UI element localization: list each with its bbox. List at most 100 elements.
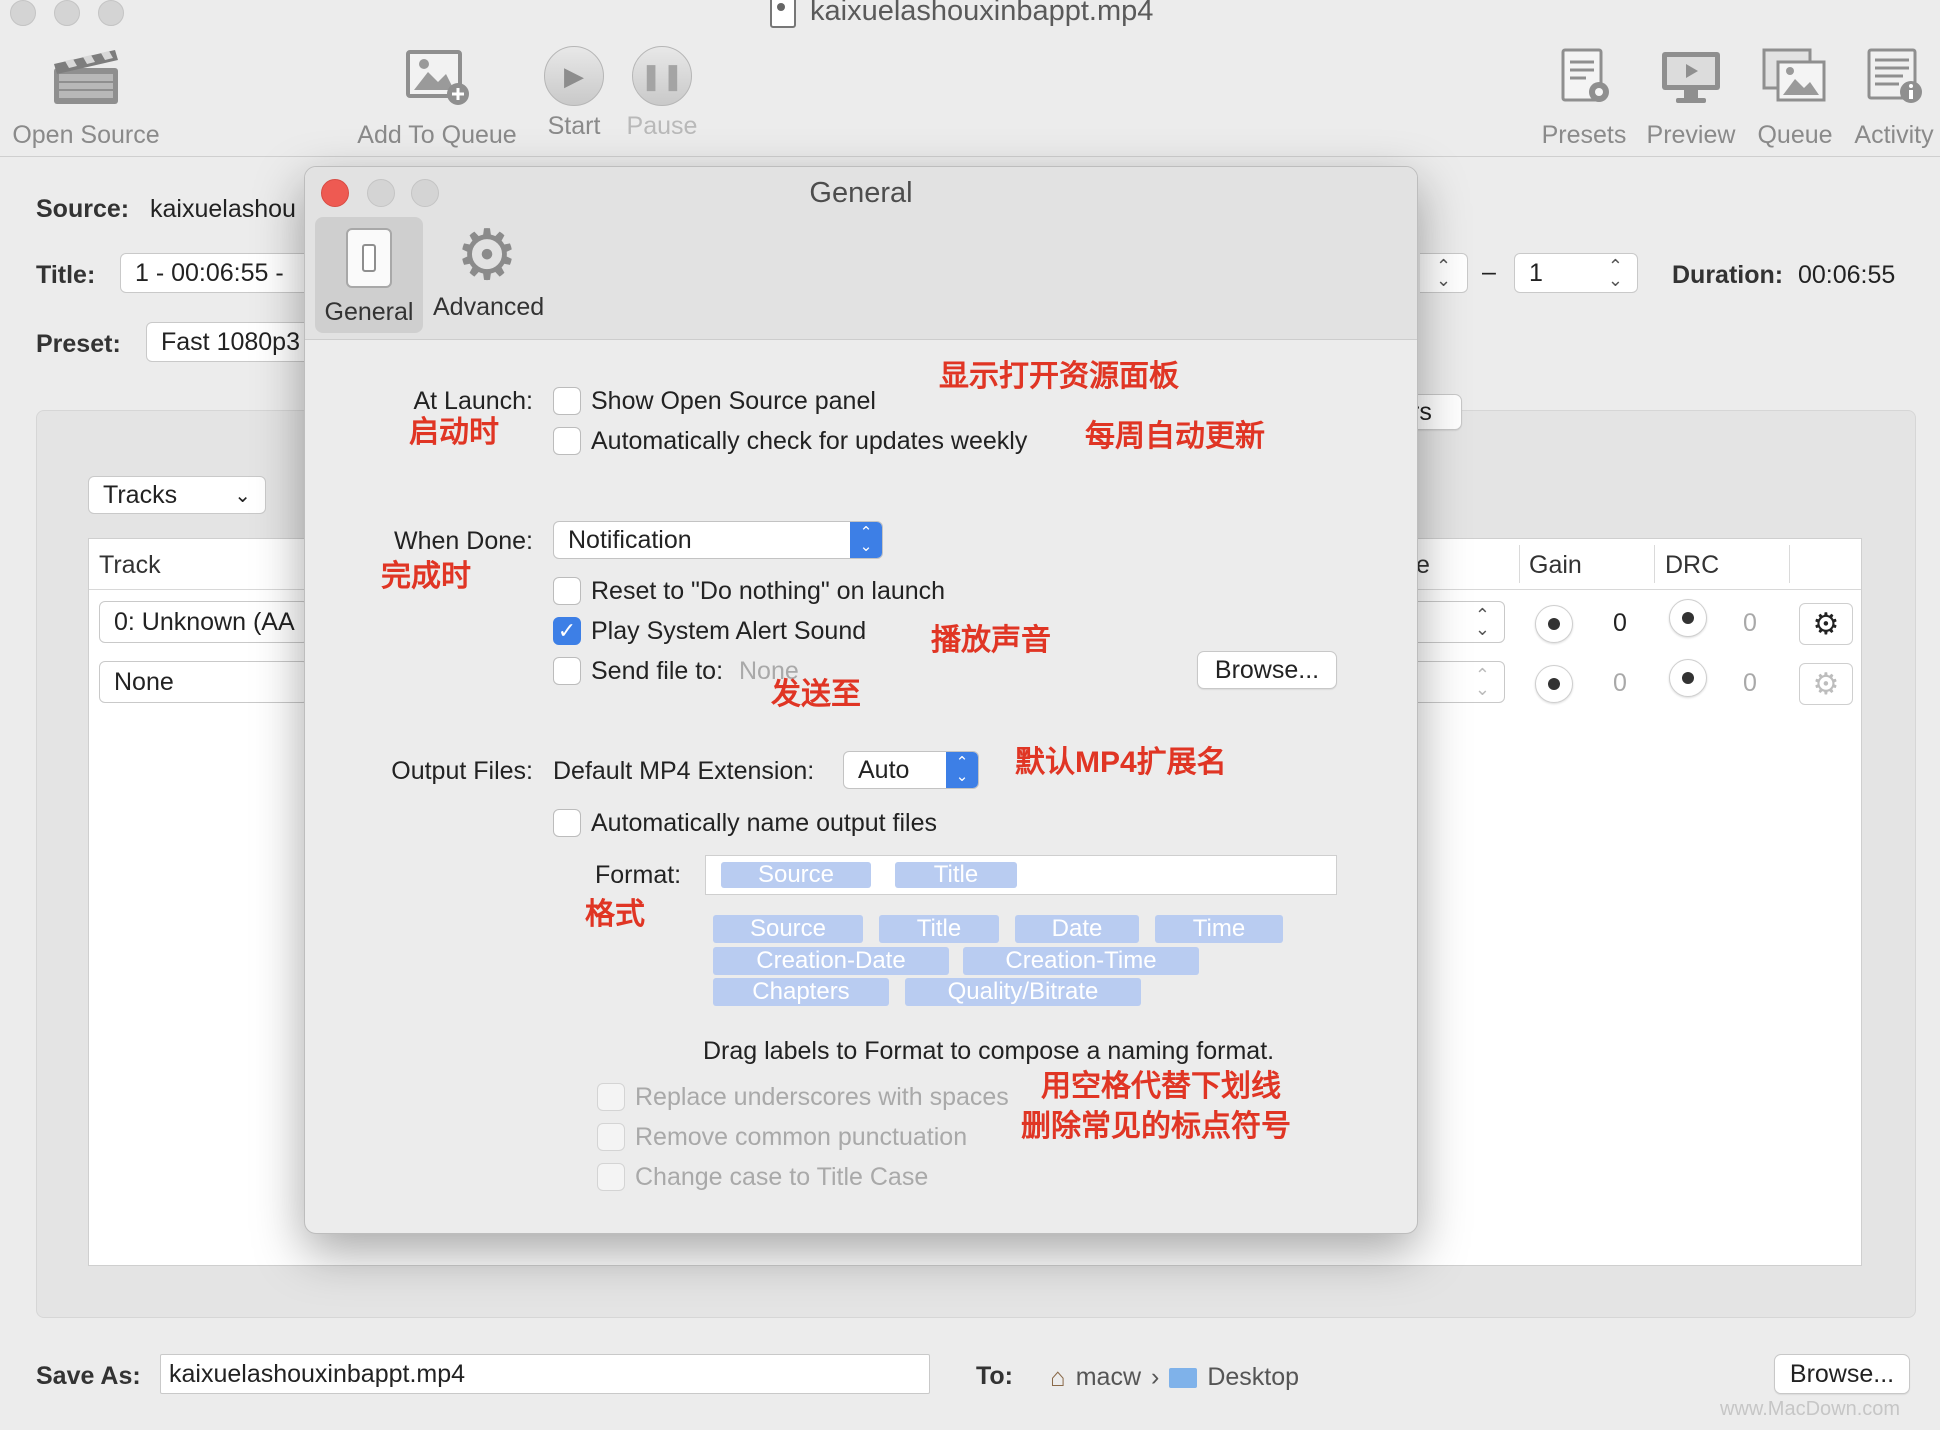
gear-icon: ⚙ bbox=[455, 216, 519, 294]
close-window-button[interactable] bbox=[10, 0, 36, 26]
token-chapters[interactable]: Chapters bbox=[713, 978, 889, 1006]
clapperboard-icon bbox=[54, 50, 118, 104]
send-file-browse-button[interactable]: Browse... bbox=[1197, 651, 1337, 689]
checkmark-icon: ✓ bbox=[557, 618, 577, 643]
column-header-gain: Gain bbox=[1529, 551, 1582, 579]
preset-popup[interactable]: Fast 1080p3 bbox=[146, 322, 316, 362]
title-popup[interactable]: 1 - 00:06:55 - bbox=[120, 253, 320, 293]
send-file-label: Send file to: bbox=[591, 657, 724, 685]
dialog-title: General bbox=[809, 177, 913, 209]
format-token-title[interactable]: Title bbox=[895, 861, 1017, 888]
activity-button[interactable]: Activity bbox=[1848, 46, 1940, 150]
preview-button[interactable]: Preview bbox=[1642, 46, 1740, 150]
column-header-drc: DRC bbox=[1665, 551, 1720, 579]
pause-button[interactable]: ❚❚ Pause bbox=[624, 46, 700, 141]
token-quality-bitrate[interactable]: Quality/Bitrate bbox=[905, 978, 1141, 1006]
stepper-arrows-icon: ⌃ ⌄ bbox=[1474, 605, 1490, 639]
token-creation-date[interactable]: Creation-Date bbox=[713, 947, 949, 975]
replace-underscores-checkbox[interactable] bbox=[597, 1083, 625, 1111]
token-date[interactable]: Date bbox=[1015, 915, 1139, 943]
remove-punctuation-label: Remove common punctuation bbox=[635, 1123, 968, 1151]
show-open-source-checkbox[interactable] bbox=[553, 387, 581, 415]
format-token-source[interactable]: Source bbox=[721, 861, 871, 888]
destination-browse-button[interactable]: Browse... bbox=[1774, 1354, 1910, 1394]
annotation-default-extension: 默认MP4扩展名 bbox=[1015, 746, 1227, 779]
rate-popup-row-1[interactable]: ⌃ ⌄ bbox=[1409, 601, 1505, 643]
gain-knob-row-1[interactable] bbox=[1535, 605, 1573, 643]
token-title[interactable]: Title bbox=[879, 915, 999, 943]
reset-do-nothing-label: Reset to "Do nothing" on launch bbox=[591, 577, 946, 605]
annotation-at-launch: 启动时 bbox=[409, 416, 499, 449]
token-time[interactable]: Time bbox=[1155, 915, 1283, 943]
add-image-icon bbox=[406, 50, 469, 105]
document-icon bbox=[770, 0, 796, 28]
start-button[interactable]: ▶ Start bbox=[536, 46, 612, 141]
tab-advanced[interactable]: ⚙ Advanced bbox=[433, 216, 544, 333]
drc-knob-row-1[interactable] bbox=[1669, 599, 1707, 637]
gain-value-row-2: 0 bbox=[1613, 669, 1627, 697]
preset-label: Preset: bbox=[36, 330, 121, 358]
save-as-label: Save As: bbox=[36, 1362, 141, 1390]
chapter-start-stepper[interactable]: ⌃ ⌄ bbox=[1420, 253, 1468, 293]
tracks-popup[interactable]: Tracks ⌄ bbox=[88, 476, 266, 514]
annotation-show-panel: 显示打开资源面板 bbox=[939, 360, 1179, 393]
track-settings-button-row-2[interactable]: ⚙ bbox=[1799, 663, 1853, 705]
auto-name-checkbox[interactable] bbox=[553, 809, 581, 837]
minimize-window-button[interactable] bbox=[54, 0, 80, 26]
annotation-replace-underscores: 用空格代替下划线 bbox=[1041, 1070, 1281, 1103]
change-case-checkbox[interactable] bbox=[597, 1163, 625, 1191]
token-source[interactable]: Source bbox=[713, 915, 863, 943]
auto-check-updates-checkbox[interactable] bbox=[553, 427, 581, 455]
drc-value-row-2: 0 bbox=[1743, 669, 1757, 697]
reset-do-nothing-checkbox[interactable] bbox=[553, 577, 581, 605]
presets-button[interactable]: Presets bbox=[1536, 46, 1632, 150]
switch-icon bbox=[346, 228, 392, 288]
track-popup-row-2[interactable]: None bbox=[99, 661, 309, 703]
chapter-end-field[interactable]: 1 ⌃ ⌄ bbox=[1514, 253, 1638, 293]
destination-label: To: bbox=[976, 1362, 1014, 1390]
auto-check-updates-label: Automatically check for updates weekly bbox=[591, 427, 1028, 455]
annotation-remove-punctuation: 删除常见的标点符号 bbox=[1021, 1110, 1291, 1143]
destination-path[interactable]: ⌂ macw › Desktop bbox=[1050, 1362, 1299, 1393]
gear-icon: ⚙ bbox=[1812, 607, 1840, 641]
popup-arrows-icon: ⌃ ⌄ bbox=[850, 522, 882, 558]
default-extension-label: Default MP4 Extension: bbox=[553, 757, 815, 785]
track-popup-row-1[interactable]: 0: Unknown (AA bbox=[99, 601, 309, 643]
tab-general[interactable]: General bbox=[315, 217, 423, 333]
activity-log-icon bbox=[1867, 48, 1922, 103]
zoom-window-button[interactable] bbox=[98, 0, 124, 26]
stepper-arrows-icon: ⌃ ⌄ bbox=[1607, 256, 1623, 290]
when-done-popup[interactable]: Notification ⌃ ⌄ bbox=[553, 521, 883, 559]
main-toolbar: Open Source Add To Queue ▶ Start ❚❚ Paus… bbox=[0, 28, 1940, 157]
gain-value-row-1: 0 bbox=[1613, 609, 1627, 637]
play-icon: ▶ bbox=[544, 46, 604, 106]
remove-punctuation-checkbox[interactable] bbox=[597, 1123, 625, 1151]
source-value: kaixuelashou bbox=[150, 195, 296, 223]
rate-popup-row-2[interactable]: ⌃ ⌄ bbox=[1409, 661, 1505, 703]
annotation-format: 格式 bbox=[585, 898, 645, 931]
gain-knob-row-2[interactable] bbox=[1535, 665, 1573, 703]
stepper-arrows-icon: ⌃ ⌄ bbox=[1474, 665, 1490, 699]
track-settings-button-row-1[interactable]: ⚙ bbox=[1799, 603, 1853, 645]
window-title: kaixuelashouxinbappt.mp4 bbox=[770, 0, 1153, 28]
open-source-button[interactable]: Open Source bbox=[8, 46, 164, 150]
window-titlebar: kaixuelashouxinbappt.mp4 bbox=[0, 0, 1940, 28]
queue-images-icon bbox=[1762, 48, 1826, 102]
watermark: www.MacDown.com bbox=[1720, 1398, 1901, 1420]
output-files-label: Output Files: bbox=[391, 757, 533, 785]
change-case-label: Change case to Title Case bbox=[635, 1163, 929, 1191]
popup-arrows-icon: ⌃ ⌄ bbox=[946, 752, 978, 788]
default-extension-popup[interactable]: Auto ⌃ ⌄ bbox=[843, 751, 979, 789]
add-to-queue-button[interactable]: Add To Queue bbox=[352, 46, 522, 150]
title-label: Title: bbox=[36, 261, 96, 289]
play-alert-sound-label: Play System Alert Sound bbox=[591, 617, 867, 645]
save-as-input[interactable]: kaixuelashouxinbappt.mp4 bbox=[160, 1354, 930, 1394]
drc-knob-row-2[interactable] bbox=[1669, 659, 1707, 697]
queue-button[interactable]: Queue bbox=[1750, 46, 1840, 150]
source-label: Source: bbox=[36, 195, 130, 223]
folder-icon bbox=[1169, 1367, 1198, 1388]
send-file-checkbox[interactable] bbox=[553, 657, 581, 685]
annotation-send-to: 发送至 bbox=[771, 678, 861, 711]
play-alert-sound-checkbox[interactable]: ✓ bbox=[553, 617, 581, 645]
token-creation-time[interactable]: Creation-Time bbox=[963, 947, 1199, 975]
